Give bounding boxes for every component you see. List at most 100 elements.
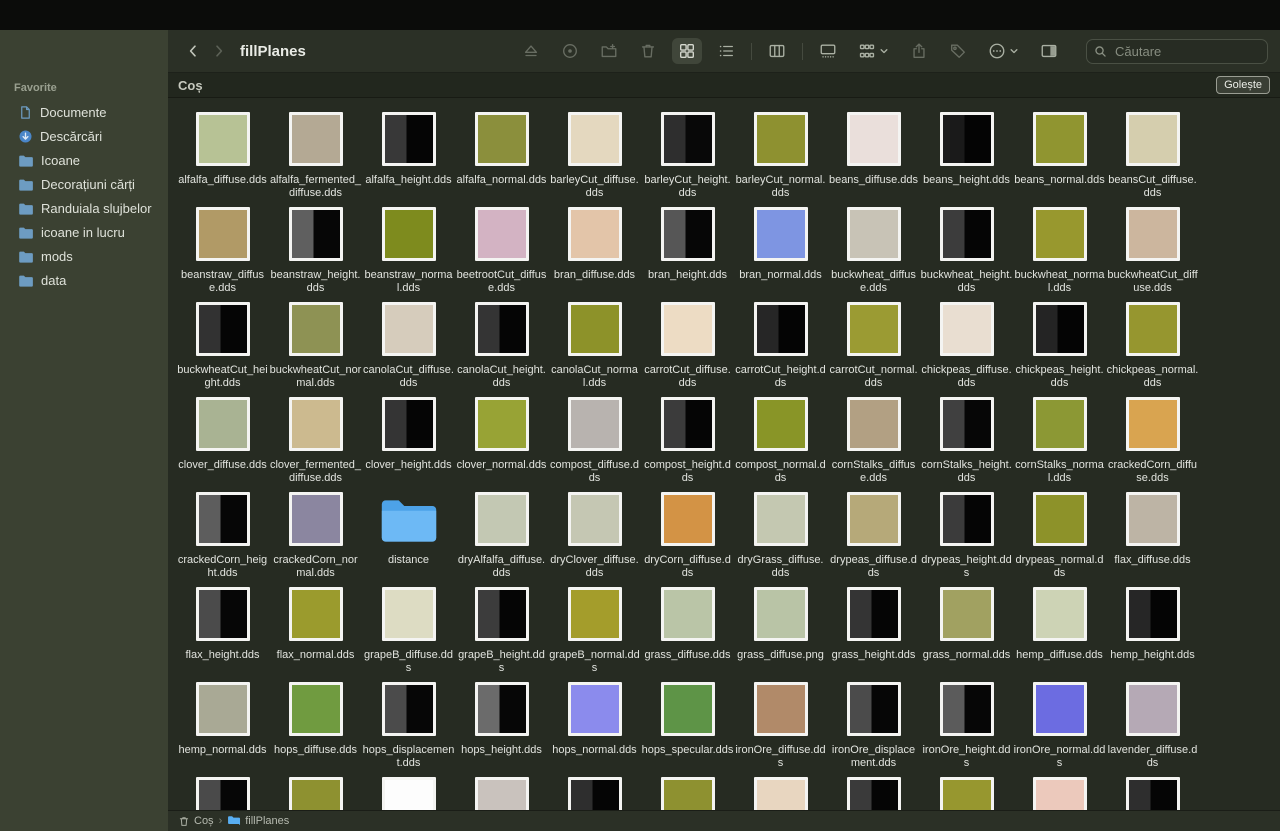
sidebar-item-documente[interactable]: Documente <box>6 101 162 124</box>
airdrop-button[interactable] <box>555 38 585 64</box>
delete-button[interactable] <box>633 38 663 64</box>
file-item[interactable]: compost_normal.dds <box>734 397 827 492</box>
file-item[interactable]: dryGrass_diffuse.dds <box>734 492 827 587</box>
file-item[interactable]: dryAlfalfa_diffuse.dds <box>455 492 548 587</box>
forward-button[interactable] <box>206 38 232 64</box>
file-item[interactable]: crackedCorn_diffuse.dds <box>1106 397 1199 492</box>
file-item[interactable]: bran_normal.dds <box>734 207 827 302</box>
file-item[interactable]: hops_diffuse.dds <box>269 682 362 777</box>
file-item[interactable]: canolaCut_height.dds <box>455 302 548 397</box>
file-item[interactable]: clover_normal.dds <box>455 397 548 492</box>
file-item[interactable]: beans_height.dds <box>920 112 1013 207</box>
file-item[interactable]: beetrootCut_diffuse.dds <box>455 207 548 302</box>
file-item[interactable]: ironOre_height.dds <box>920 682 1013 777</box>
file-item[interactable]: chickpeas_diffuse.dds <box>920 302 1013 397</box>
file-item[interactable]: compost_height.dds <box>641 397 734 492</box>
view-grid-button[interactable] <box>672 38 702 64</box>
eject-button[interactable] <box>516 38 546 64</box>
file-item[interactable]: dryCorn_diffuse.dds <box>641 492 734 587</box>
file-item[interactable]: clover_height.dds <box>362 397 455 492</box>
file-item[interactable]: grass_height.dds <box>827 587 920 682</box>
view-columns-button[interactable] <box>762 38 792 64</box>
file-item[interactable]: canolaCut_normal.dds <box>548 302 641 397</box>
file-item[interactable] <box>734 777 827 810</box>
file-item[interactable]: crackedCorn_height.dds <box>176 492 269 587</box>
file-item[interactable]: ironOre_displacement.dds <box>827 682 920 777</box>
sidebar-item-randuiala-slujbelor[interactable]: Randuiala slujbelor <box>6 197 162 220</box>
file-item[interactable]: buckwheat_normal.dds <box>1013 207 1106 302</box>
file-item[interactable]: barleyCut_diffuse.dds <box>548 112 641 207</box>
file-item[interactable]: carrotCut_height.dds <box>734 302 827 397</box>
file-item[interactable] <box>641 777 734 810</box>
file-item[interactable]: grass_diffuse.dds <box>641 587 734 682</box>
file-item[interactable]: hops_specular.dds <box>641 682 734 777</box>
file-item[interactable] <box>176 777 269 810</box>
sidebar-item-icoane-in-lucru[interactable]: icoane in lucru <box>6 221 162 244</box>
file-item[interactable]: drypeas_diffuse.dds <box>827 492 920 587</box>
file-browser[interactable]: alfalfa_diffuse.ddsalfalfa_fermented_dif… <box>168 98 1280 810</box>
preview-toggle-button[interactable] <box>1034 38 1064 64</box>
file-item[interactable]: buckwheat_height.dds <box>920 207 1013 302</box>
file-item[interactable]: clover_diffuse.dds <box>176 397 269 492</box>
file-item[interactable]: chickpeas_height.dds <box>1013 302 1106 397</box>
file-item[interactable]: beanstraw_normal.dds <box>362 207 455 302</box>
file-item[interactable]: buckwheatCut_height.dds <box>176 302 269 397</box>
breadcrumb-item[interactable]: Coș <box>178 815 214 828</box>
sidebar-item-mods[interactable]: mods <box>6 245 162 268</box>
file-item[interactable]: hops_height.dds <box>455 682 548 777</box>
file-item[interactable]: beans_normal.dds <box>1013 112 1106 207</box>
file-item[interactable]: barleyCut_height.dds <box>641 112 734 207</box>
file-item[interactable]: barleyCut_normal.dds <box>734 112 827 207</box>
file-item[interactable] <box>548 777 641 810</box>
view-list-button[interactable] <box>711 38 741 64</box>
file-item[interactable]: dryClover_diffuse.dds <box>548 492 641 587</box>
file-item[interactable]: cornStalks_height.dds <box>920 397 1013 492</box>
file-item[interactable]: alfalfa_fermented_diffuse.dds <box>269 112 362 207</box>
file-item[interactable]: hemp_diffuse.dds <box>1013 587 1106 682</box>
file-item[interactable]: grass_normal.dds <box>920 587 1013 682</box>
file-item[interactable]: ironOre_normal.dds <box>1013 682 1106 777</box>
file-item[interactable]: grapeB_normal.dds <box>548 587 641 682</box>
file-item[interactable]: beanstraw_height.dds <box>269 207 362 302</box>
file-item[interactable]: alfalfa_normal.dds <box>455 112 548 207</box>
group-button[interactable] <box>852 38 895 64</box>
search-input[interactable] <box>1113 43 1260 60</box>
file-item[interactable]: cornStalks_normal.dds <box>1013 397 1106 492</box>
file-item[interactable]: hemp_normal.dds <box>176 682 269 777</box>
file-item[interactable]: canolaCut_diffuse.dds <box>362 302 455 397</box>
file-item[interactable] <box>362 777 455 810</box>
file-item[interactable]: alfalfa_diffuse.dds <box>176 112 269 207</box>
new-folder-button[interactable] <box>594 38 624 64</box>
file-item[interactable]: chickpeas_normal.dds <box>1106 302 1199 397</box>
file-item[interactable]: compost_diffuse.dds <box>548 397 641 492</box>
share-button[interactable] <box>904 38 934 64</box>
tags-button[interactable] <box>943 38 973 64</box>
file-item[interactable]: drypeas_height.dds <box>920 492 1013 587</box>
file-item[interactable] <box>1106 777 1199 810</box>
file-item[interactable]: beanstraw_diffuse.dds <box>176 207 269 302</box>
file-item[interactable]: crackedCorn_normal.dds <box>269 492 362 587</box>
folder-item[interactable]: distance <box>362 492 455 587</box>
file-item[interactable]: grapeB_height.dds <box>455 587 548 682</box>
file-item[interactable]: grass_diffuse.png <box>734 587 827 682</box>
file-item[interactable]: carrotCut_normal.dds <box>827 302 920 397</box>
sidebar-item-icoane[interactable]: Icoane <box>6 149 162 172</box>
file-item[interactable]: hops_displacement.dds <box>362 682 455 777</box>
search-field[interactable] <box>1086 39 1268 64</box>
file-item[interactable]: flax_normal.dds <box>269 587 362 682</box>
file-item[interactable] <box>827 777 920 810</box>
sidebar-item-data[interactable]: data <box>6 269 162 292</box>
file-item[interactable]: drypeas_normal.dds <box>1013 492 1106 587</box>
actions-button[interactable] <box>982 38 1025 64</box>
file-item[interactable]: hops_normal.dds <box>548 682 641 777</box>
file-item[interactable]: hemp_height.dds <box>1106 587 1199 682</box>
file-item[interactable] <box>920 777 1013 810</box>
file-item[interactable]: flax_diffuse.dds <box>1106 492 1199 587</box>
file-item[interactable]: beans_diffuse.dds <box>827 112 920 207</box>
file-item[interactable]: grapeB_diffuse.dds <box>362 587 455 682</box>
file-item[interactable]: cornStalks_diffuse.dds <box>827 397 920 492</box>
file-item[interactable]: bran_height.dds <box>641 207 734 302</box>
file-item[interactable]: beansCut_diffuse.dds <box>1106 112 1199 207</box>
file-item[interactable]: clover_fermented_diffuse.dds <box>269 397 362 492</box>
file-item[interactable] <box>455 777 548 810</box>
